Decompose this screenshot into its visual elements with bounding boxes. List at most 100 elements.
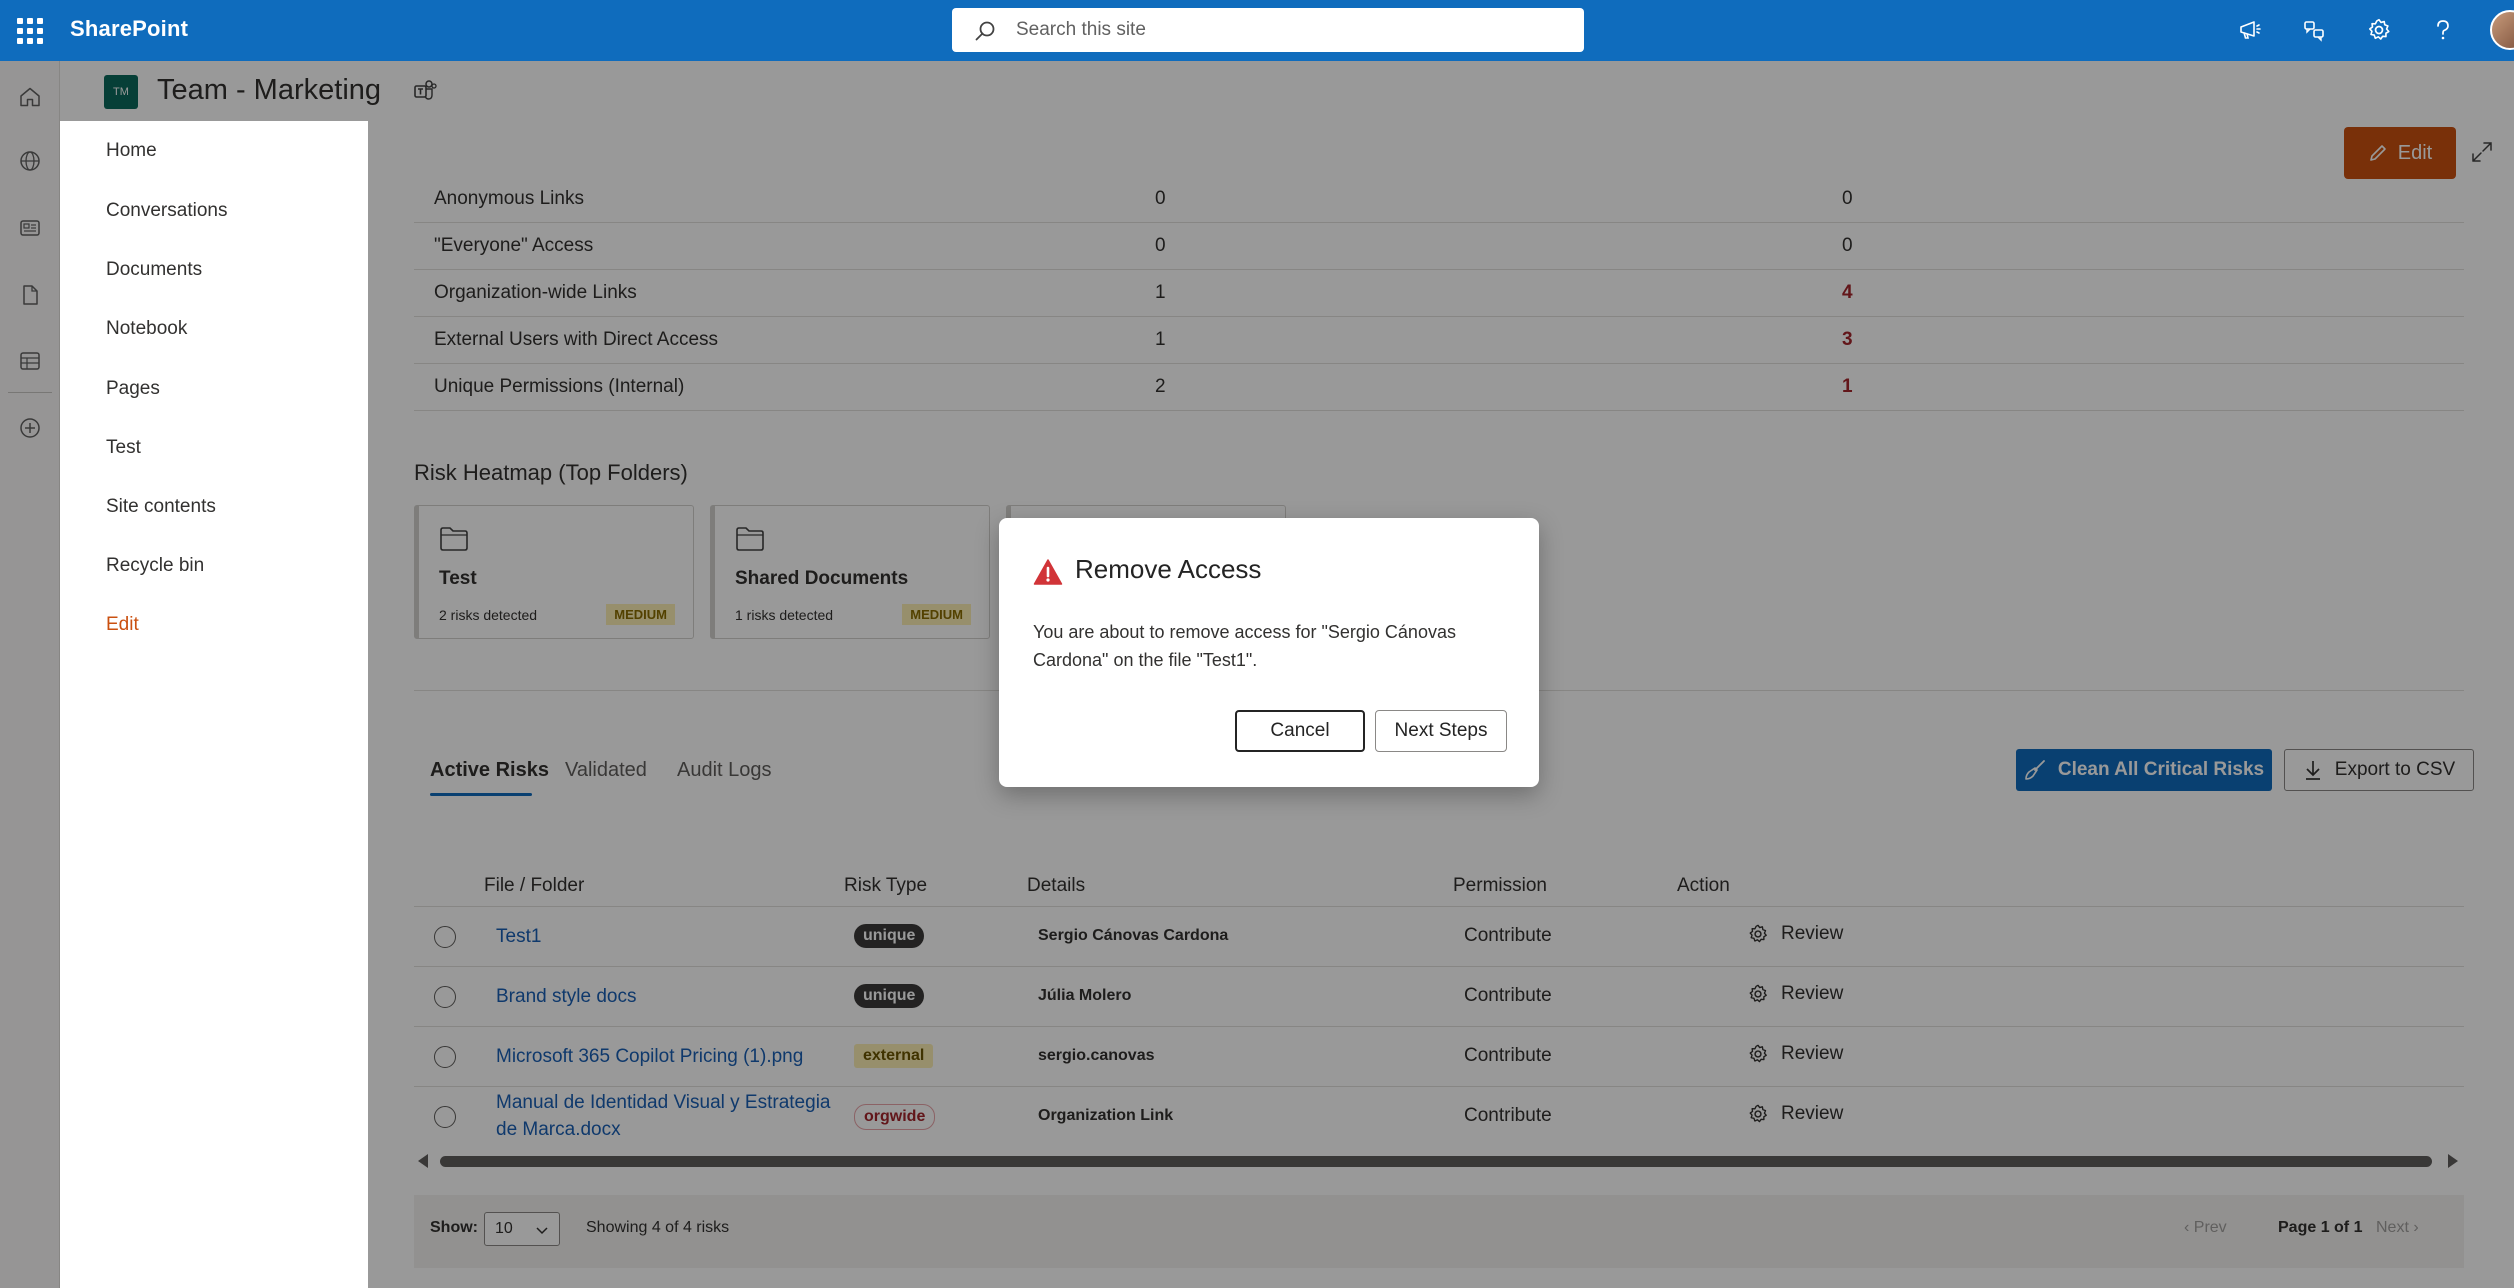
permission-value: Contribute: [1464, 985, 1552, 1006]
clean-all-critical-risks-button[interactable]: Clean All Critical Risks: [2016, 749, 2272, 791]
risk-type-badge: external: [854, 1044, 934, 1068]
active-tab-indicator: [430, 793, 532, 796]
column-header-details[interactable]: Details: [1027, 875, 1085, 897]
metric-value: 0: [1155, 235, 1166, 256]
site-title[interactable]: Team - Marketing: [157, 74, 381, 107]
folder-icon: [440, 527, 468, 551]
row-select-radio[interactable]: [434, 986, 456, 1008]
metric-row: Unique Permissions (Internal) 2 1: [414, 364, 2464, 411]
risk-details: Sergio Cánovas Cardona: [1038, 927, 1229, 944]
globe-icon[interactable]: [14, 145, 46, 177]
user-avatar[interactable]: [2490, 10, 2514, 50]
nav-item-site-contents[interactable]: Site contents: [106, 496, 216, 518]
heatmap-card[interactable]: Test 2 risks detected MEDIUM: [414, 505, 694, 639]
tab-audit-logs[interactable]: Audit Logs: [677, 759, 772, 782]
file-link[interactable]: Microsoft 365 Copilot Pricing (1).png: [496, 1043, 803, 1070]
column-header-action[interactable]: Action: [1677, 875, 1730, 897]
search-icon: [975, 21, 995, 41]
help-icon[interactable]: [2427, 14, 2459, 46]
search-input[interactable]: [1016, 16, 1556, 44]
brand-name[interactable]: SharePoint: [70, 16, 188, 42]
nav-item-documents[interactable]: Documents: [106, 259, 202, 281]
column-header-risk-type[interactable]: Risk Type: [844, 875, 927, 897]
review-label: Review: [1781, 923, 1844, 944]
heatmap-title: Risk Heatmap (Top Folders): [414, 460, 688, 485]
megaphone-icon[interactable]: [2234, 14, 2266, 46]
create-plus-icon[interactable]: [14, 412, 46, 444]
tab-active-risks[interactable]: Active Risks: [430, 759, 549, 782]
risk-type-badge: unique: [854, 924, 925, 948]
metric-label: Organization-wide Links: [434, 282, 637, 303]
metric-row: Organization-wide Links 1 4: [414, 270, 2464, 317]
row-select-radio[interactable]: [434, 1106, 456, 1128]
review-action[interactable]: Review: [1747, 983, 1843, 1005]
chevron-down-icon: [536, 1227, 548, 1235]
next-page-button[interactable]: Next ›: [2376, 1219, 2419, 1237]
metric-value: 1: [1155, 282, 1166, 303]
horizontal-scrollbar[interactable]: [414, 1151, 2464, 1171]
heatmap-card[interactable]: Shared Documents 1 risks detected MEDIUM: [710, 505, 990, 639]
teams-icon[interactable]: [412, 78, 438, 109]
nav-item-recycle-bin[interactable]: Recycle bin: [106, 555, 204, 577]
nav-item-test[interactable]: Test: [106, 437, 141, 459]
lists-icon[interactable]: [14, 345, 46, 377]
warning-icon: [1033, 559, 1063, 585]
metric-value: 4: [1842, 282, 1853, 303]
gear-icon: [1749, 1104, 1767, 1123]
permission-value: Contribute: [1464, 1045, 1552, 1066]
table-row[interactable]: Manual de Identidad Visual y Estrategia …: [414, 1087, 2464, 1147]
risk-details: Organization Link: [1038, 1107, 1174, 1124]
page-size-select[interactable]: 10: [484, 1212, 560, 1246]
results-count: Showing 4 of 4 risks: [586, 1219, 730, 1236]
nav-item-edit[interactable]: Edit: [106, 614, 139, 636]
nav-item-conversations[interactable]: Conversations: [106, 200, 227, 222]
nav-item-pages[interactable]: Pages: [106, 378, 160, 400]
risk-details: Júlia Molero: [1038, 987, 1132, 1004]
table-row[interactable]: Test1 unique Sergio Cánovas Cardona Cont…: [414, 907, 2464, 967]
review-action[interactable]: Review: [1747, 1043, 1843, 1065]
news-icon[interactable]: [14, 212, 46, 244]
permission-value: Contribute: [1464, 1105, 1552, 1126]
home-icon[interactable]: [14, 81, 46, 113]
export-label: Export to CSV: [2334, 759, 2456, 780]
nav-item-notebook[interactable]: Notebook: [106, 318, 187, 340]
row-select-radio[interactable]: [434, 926, 456, 948]
app-launcher-icon[interactable]: [14, 15, 44, 45]
search-box[interactable]: [952, 8, 1584, 52]
column-header-permission[interactable]: Permission: [1453, 875, 1547, 897]
chevron-right-icon: ›: [2408, 1219, 2419, 1236]
next-steps-button[interactable]: Next Steps: [1375, 710, 1507, 752]
review-action[interactable]: Review: [1747, 923, 1843, 945]
export-csv-button[interactable]: Export to CSV: [2284, 749, 2474, 791]
file-link[interactable]: Test1: [496, 923, 541, 950]
folder-icon: [736, 527, 764, 551]
expand-icon[interactable]: [2470, 140, 2494, 169]
settings-gear-icon[interactable]: [2363, 14, 2395, 46]
column-header-file[interactable]: File / Folder: [484, 875, 584, 897]
metric-value: 1: [1155, 329, 1166, 350]
table-row[interactable]: Microsoft 365 Copilot Pricing (1).png ex…: [414, 1027, 2464, 1087]
file-link[interactable]: Brand style docs: [496, 983, 636, 1010]
scrollbar-thumb[interactable]: [440, 1156, 2432, 1167]
metric-value: 3: [1842, 329, 1853, 350]
risk-level-badge: MEDIUM: [902, 604, 971, 625]
review-action[interactable]: Review: [1747, 1103, 1843, 1125]
prev-page-button[interactable]: ‹ Prev: [2184, 1219, 2227, 1237]
feedback-icon[interactable]: [2298, 14, 2330, 46]
edit-page-button[interactable]: Edit: [2344, 127, 2456, 179]
table-row[interactable]: Brand style docs unique Júlia Molero Con…: [414, 967, 2464, 1027]
file-link[interactable]: Manual de Identidad Visual y Estrategia …: [496, 1089, 856, 1143]
cancel-button[interactable]: Cancel: [1235, 710, 1365, 752]
metric-value: 0: [1155, 188, 1166, 209]
tab-validated[interactable]: Validated: [565, 759, 647, 782]
metric-value: 1: [1842, 376, 1853, 397]
document-icon[interactable]: [14, 279, 46, 311]
site-logo[interactable]: TM: [104, 75, 138, 109]
row-select-radio[interactable]: [434, 1046, 456, 1068]
scroll-right-arrow[interactable]: [2448, 1154, 2458, 1168]
broom-icon: [2025, 760, 2045, 780]
metric-row: External Users with Direct Access 1 3: [414, 317, 2464, 364]
review-label: Review: [1781, 1103, 1844, 1124]
nav-item-home[interactable]: Home: [106, 140, 157, 162]
scroll-left-arrow[interactable]: [418, 1154, 428, 1168]
